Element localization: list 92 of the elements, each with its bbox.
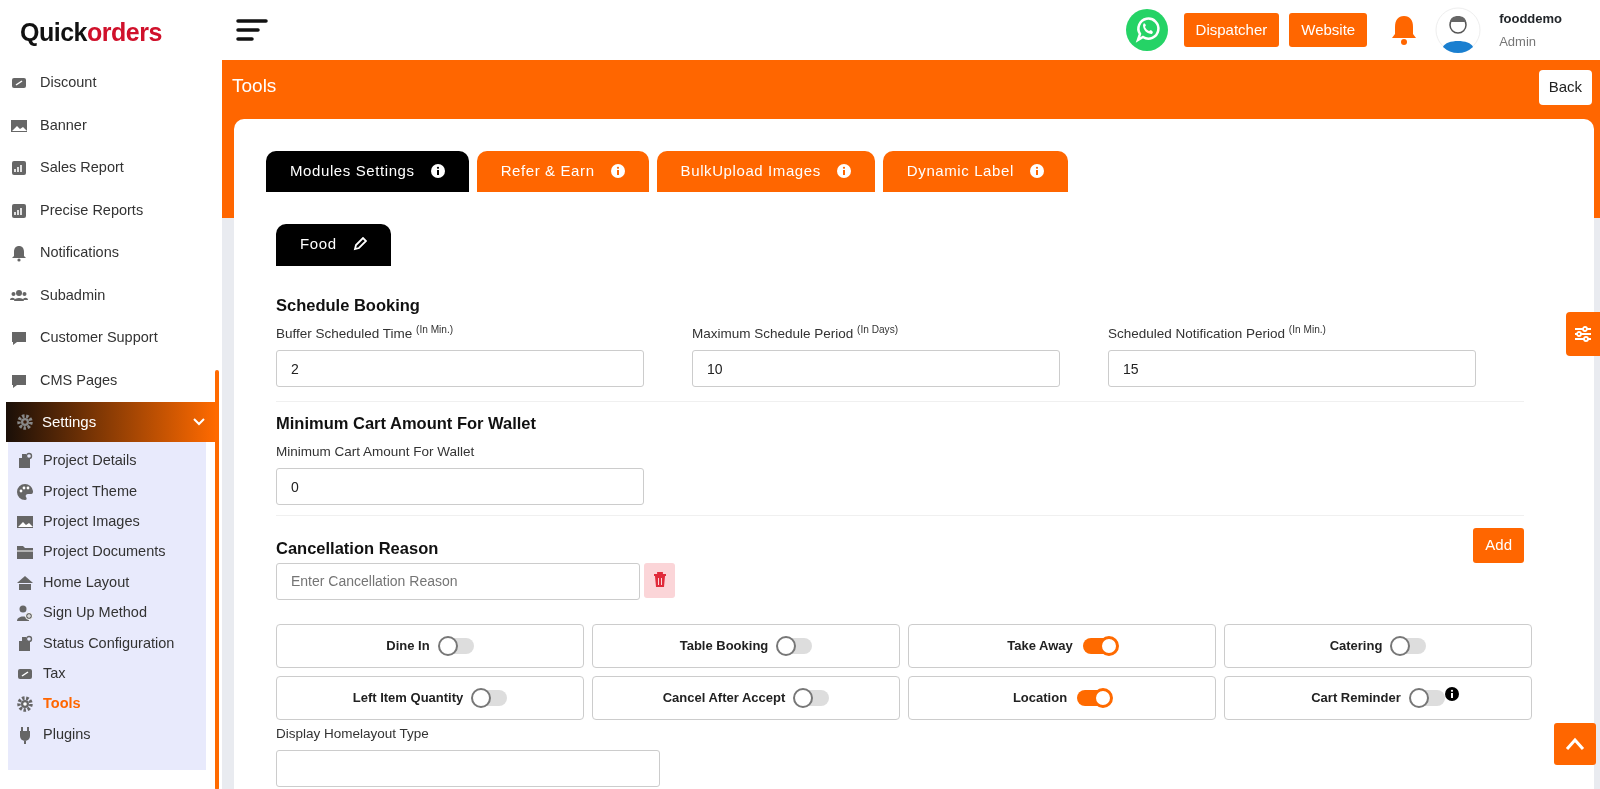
sidebar-item-label: Settings bbox=[42, 411, 97, 432]
sidebar-item-label: Precise Reports bbox=[40, 200, 144, 220]
sidebar-item[interactable]: Subadmin bbox=[0, 274, 222, 317]
input-field[interactable]: Enter Cancellation Reason bbox=[276, 562, 640, 600]
sliders-icon bbox=[1573, 324, 1593, 344]
sidebar-item-label: Notifications bbox=[40, 243, 119, 263]
sidebar-item[interactable]: Precise Reports bbox=[0, 189, 222, 232]
chart-icon bbox=[10, 159, 28, 178]
gear-icon bbox=[16, 413, 34, 431]
pencil-icon bbox=[352, 236, 367, 251]
input-field[interactable]: 10 bbox=[692, 350, 1060, 388]
toggle-switch[interactable] bbox=[778, 637, 813, 654]
chat-bubble-icon bbox=[10, 329, 28, 348]
section-heading: Cancellation Reason bbox=[276, 538, 439, 559]
trash-icon bbox=[652, 572, 667, 589]
filter-settings-button[interactable] bbox=[1566, 312, 1600, 356]
toggle-switch[interactable] bbox=[1082, 637, 1117, 654]
user-role: Admin bbox=[1499, 33, 1538, 51]
sidebar-item[interactable]: Customer Support bbox=[0, 317, 222, 360]
chevron-icon bbox=[192, 417, 206, 427]
info-icon bbox=[1029, 164, 1044, 179]
house-icon bbox=[16, 573, 34, 592]
sidebar-item-label: Customer Support bbox=[40, 328, 158, 348]
scrollbar[interactable] bbox=[215, 370, 219, 789]
back-button[interactable]: Back bbox=[1538, 70, 1592, 105]
sidebar-item-label: Banner bbox=[40, 115, 87, 135]
toggle-label: Location bbox=[1012, 688, 1068, 707]
menu-icon[interactable] bbox=[236, 17, 268, 43]
info-icon bbox=[610, 164, 625, 179]
sidebar-item-label: Discount bbox=[40, 73, 97, 93]
sidebar-item[interactable]: Banner bbox=[0, 104, 222, 147]
toggle-switch[interactable] bbox=[1392, 637, 1427, 654]
document-icon bbox=[16, 634, 34, 653]
field-label: Buffer Scheduled Time $^{(In Min.)}$ bbox=[276, 323, 455, 343]
select-field[interactable] bbox=[276, 749, 660, 787]
sidebar-item[interactable]: Notifications bbox=[0, 232, 222, 275]
submenu-item[interactable]: Project Documents bbox=[8, 537, 206, 568]
toggle-switch[interactable] bbox=[795, 689, 830, 706]
logo: Quickorders bbox=[19, 17, 162, 48]
input-field[interactable]: 2 bbox=[276, 350, 644, 388]
toggle-switch[interactable] bbox=[1077, 689, 1112, 706]
field-label: Minimum Cart Amount For Wallet bbox=[276, 442, 476, 461]
delete-button[interactable] bbox=[644, 562, 675, 598]
sidebar-item-label: CMS Pages bbox=[40, 370, 118, 390]
bell-icon bbox=[10, 244, 28, 263]
avatar-icon[interactable] bbox=[1435, 7, 1482, 53]
toggle-switch[interactable] bbox=[473, 689, 508, 706]
submenu-item[interactable]: Sign Up Method bbox=[8, 597, 206, 629]
submenu-item[interactable]: Status Configuration bbox=[8, 628, 206, 659]
submenu-item[interactable]: Home Layout bbox=[8, 567, 206, 598]
sidebar-item[interactable]: Settings bbox=[6, 402, 216, 442]
chevron-up-icon bbox=[1565, 737, 1585, 751]
chart-icon bbox=[10, 201, 28, 220]
input-field[interactable]: 15 bbox=[1108, 350, 1476, 388]
sidebar-item[interactable]: Discount bbox=[0, 62, 222, 105]
toggle-switch[interactable] bbox=[439, 637, 474, 654]
sidebar-item-label: Subadmin bbox=[40, 285, 106, 305]
field-label: Maximum Schedule Period $^{(In Days)}$ bbox=[692, 323, 900, 343]
sidebar-item[interactable]: Sales Report bbox=[0, 147, 222, 190]
tab[interactable]: Modules Settings bbox=[266, 151, 469, 192]
info-icon bbox=[430, 164, 445, 179]
toggle-label: Left Item Quantity bbox=[352, 688, 464, 707]
scroll-to-top-button[interactable] bbox=[1554, 723, 1596, 765]
toggle-label: Dine In bbox=[386, 636, 430, 655]
bell-icon[interactable] bbox=[1391, 14, 1418, 46]
submenu-item[interactable]: Project Theme bbox=[8, 476, 206, 507]
sidebar-item[interactable]: CMS Pages bbox=[0, 359, 222, 402]
page-title: Tools bbox=[232, 74, 277, 98]
submenu-item[interactable]: Project Images bbox=[8, 506, 206, 538]
toggle-label: Take Away bbox=[1007, 636, 1073, 655]
toggle-label: Table Booking bbox=[679, 636, 769, 655]
user-plus-icon bbox=[16, 604, 34, 623]
sidebar-item-label: Sales Report bbox=[40, 158, 124, 178]
document-icon bbox=[16, 452, 34, 471]
submenu-item[interactable]: Tax bbox=[8, 658, 206, 690]
field-label: Display Homelayout Type bbox=[276, 724, 430, 743]
info-icon bbox=[836, 164, 851, 179]
toggle-label: Cancel After Accept bbox=[662, 688, 786, 707]
toggle-label: Catering bbox=[1329, 636, 1383, 655]
field-label: Scheduled Notification Period $^{(In Min.)}$ bbox=[1108, 323, 1327, 343]
input-field[interactable]: 0 bbox=[276, 468, 644, 506]
section-heading: Schedule Booking bbox=[276, 296, 421, 316]
gear-icon bbox=[16, 695, 34, 714]
folder-icon bbox=[16, 543, 34, 562]
toggle-label: Cart Reminder bbox=[1311, 688, 1401, 707]
toggle-switch[interactable] bbox=[1410, 689, 1445, 706]
module-tab[interactable]: Food bbox=[276, 223, 391, 266]
user-name: fooddemo bbox=[1499, 9, 1562, 28]
submenu-item[interactable]: Plugins bbox=[8, 719, 206, 750]
palette-icon bbox=[16, 482, 34, 501]
submenu-item[interactable]: Project Details bbox=[8, 446, 206, 477]
section-heading: Minimum Cart Amount For Wallet bbox=[276, 414, 538, 434]
